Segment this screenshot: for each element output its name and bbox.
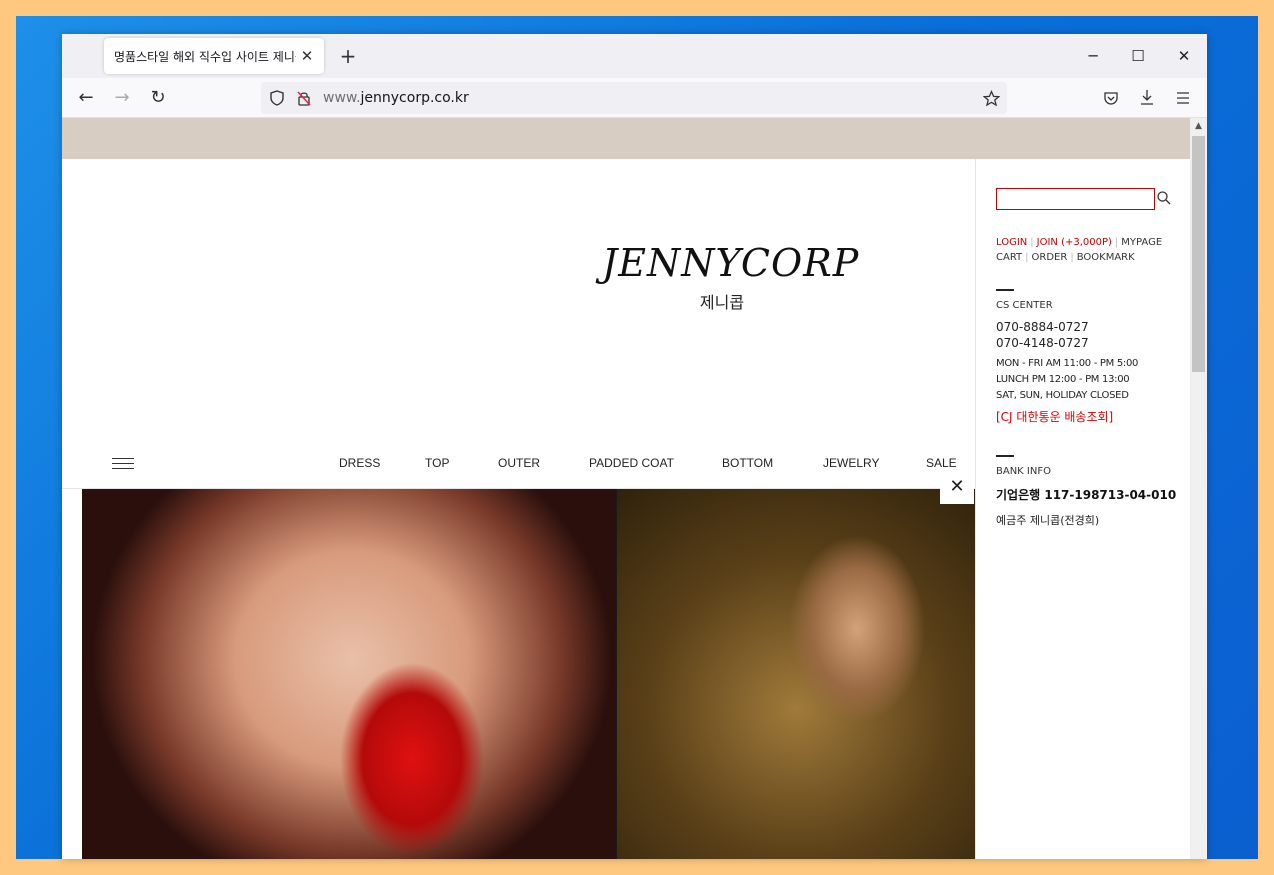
order-link[interactable]: ORDER xyxy=(1032,252,1068,263)
url-prefix: www. xyxy=(323,90,361,106)
nav-bar: ← → ↻ www.jennycorp.co.kr xyxy=(62,78,1207,118)
menu-outer[interactable]: OUTER xyxy=(498,456,540,470)
bank-info-title: BANK INFO xyxy=(996,466,1051,477)
scroll-up-icon[interactable]: ▲ xyxy=(1190,118,1207,135)
menu-sale[interactable]: SALE xyxy=(926,456,957,470)
menu-dress[interactable]: DRESS xyxy=(339,456,380,470)
shield-icon[interactable] xyxy=(269,90,285,106)
member-links: LOGIN | JOIN (+3,000P) | MYPAGE CART | ORDER | B… xyxy=(996,237,1163,263)
insecure-lock-icon[interactable] xyxy=(296,90,312,106)
cart-link[interactable]: CART xyxy=(996,252,1022,263)
cj-tracking-link[interactable]: [CJ 대한통운 배송조회] xyxy=(996,408,1113,425)
minimize-button[interactable]: ─ xyxy=(1078,42,1108,70)
new-tab-button[interactable]: + xyxy=(336,44,360,68)
page-scrollbar[interactable]: ▲ xyxy=(1190,118,1207,859)
cs-phone-1: 070-8884-0727 xyxy=(996,320,1089,334)
cs-divider xyxy=(996,289,1014,291)
cs-center-title: CS CENTER xyxy=(996,300,1053,311)
close-icon[interactable]: ✕ xyxy=(940,470,974,504)
forward-button[interactable]: → xyxy=(108,84,136,112)
close-tab-icon[interactable]: ✕ xyxy=(298,47,316,65)
scroll-thumb[interactable] xyxy=(1192,136,1205,372)
search-input[interactable] xyxy=(996,188,1155,210)
url-domain: jennycorp.co.kr xyxy=(360,90,469,106)
mypage-link[interactable]: MYPAGE xyxy=(1121,237,1162,248)
bookmark-link[interactable]: BOOKMARK xyxy=(1077,252,1135,263)
download-icon[interactable] xyxy=(1139,89,1155,106)
reload-button[interactable]: ↻ xyxy=(144,84,172,112)
category-menu-icon[interactable] xyxy=(112,458,134,472)
tab-title: 명품스타일 해외 직수입 사이트 제니콥 xyxy=(114,49,296,64)
cs-hours-closed: SAT, SUN, HOLIDAY CLOSED xyxy=(996,390,1129,401)
page-viewport: JENNYCORP 제니콥 DRESS TOP OUTER PADDED COA… xyxy=(62,118,1190,859)
close-window-button[interactable]: ✕ xyxy=(1169,42,1199,70)
top-banner xyxy=(62,118,1190,159)
menu-jewelry[interactable]: JEWELRY xyxy=(823,456,879,470)
site-logo[interactable]: JENNYCORP xyxy=(602,241,858,285)
bank-holder: 예금주 제니콥(전경희) xyxy=(996,514,1100,527)
tab-jennycorp[interactable]: 명품스타일 해외 직수입 사이트 제니콥 ✕ xyxy=(104,38,324,74)
site-logo-korean: 제니콥 xyxy=(699,293,745,312)
join-link[interactable]: JOIN (+3,000P) xyxy=(1037,237,1112,248)
hero-image-red-feather[interactable] xyxy=(82,489,616,859)
hero-image-gold-sequins[interactable] xyxy=(617,489,975,859)
bookmark-star-icon[interactable] xyxy=(983,90,1000,107)
browser-window: 명품스타일 해외 직수입 사이트 제니콥 ✕ + ─ ☐ ✕ ← → ↻ www… xyxy=(62,34,1207,859)
url-bar[interactable]: www.jennycorp.co.kr xyxy=(261,82,1007,114)
cs-phone-2: 070-4148-0727 xyxy=(996,336,1089,350)
menu-bottom[interactable]: BOTTOM xyxy=(722,456,773,470)
maximize-button[interactable]: ☐ xyxy=(1123,42,1153,70)
cs-hours-weekday: MON - FRI AM 11:00 - PM 5:00 xyxy=(996,358,1139,369)
hero-slider[interactable] xyxy=(82,489,975,859)
back-button[interactable]: ← xyxy=(72,84,100,112)
hamburger-menu-icon[interactable] xyxy=(1175,90,1191,106)
menu-padded-coat[interactable]: PADDED COAT xyxy=(589,456,674,470)
tab-bar: 명품스타일 해외 직수입 사이트 제니콥 ✕ + ─ ☐ ✕ xyxy=(62,34,1207,78)
bank-divider xyxy=(996,455,1014,457)
search-icon[interactable] xyxy=(1156,190,1172,206)
menu-top[interactable]: TOP xyxy=(425,456,449,470)
main-content: JENNYCORP 제니콥 DRESS TOP OUTER PADDED COA… xyxy=(62,159,975,859)
url-text: www.jennycorp.co.kr xyxy=(323,90,469,106)
pocket-icon[interactable] xyxy=(1103,90,1119,106)
right-sidebar: ✕ LOGIN | JOIN (+3,000P) | MYPAGE CART | ORDER… xyxy=(940,159,1190,859)
cs-hours-lunch: LUNCH PM 12:00 - PM 13:00 xyxy=(996,374,1130,385)
bank-account: 기업은행 117-198713-04-010 xyxy=(996,488,1177,502)
login-link[interactable]: LOGIN xyxy=(996,237,1027,248)
